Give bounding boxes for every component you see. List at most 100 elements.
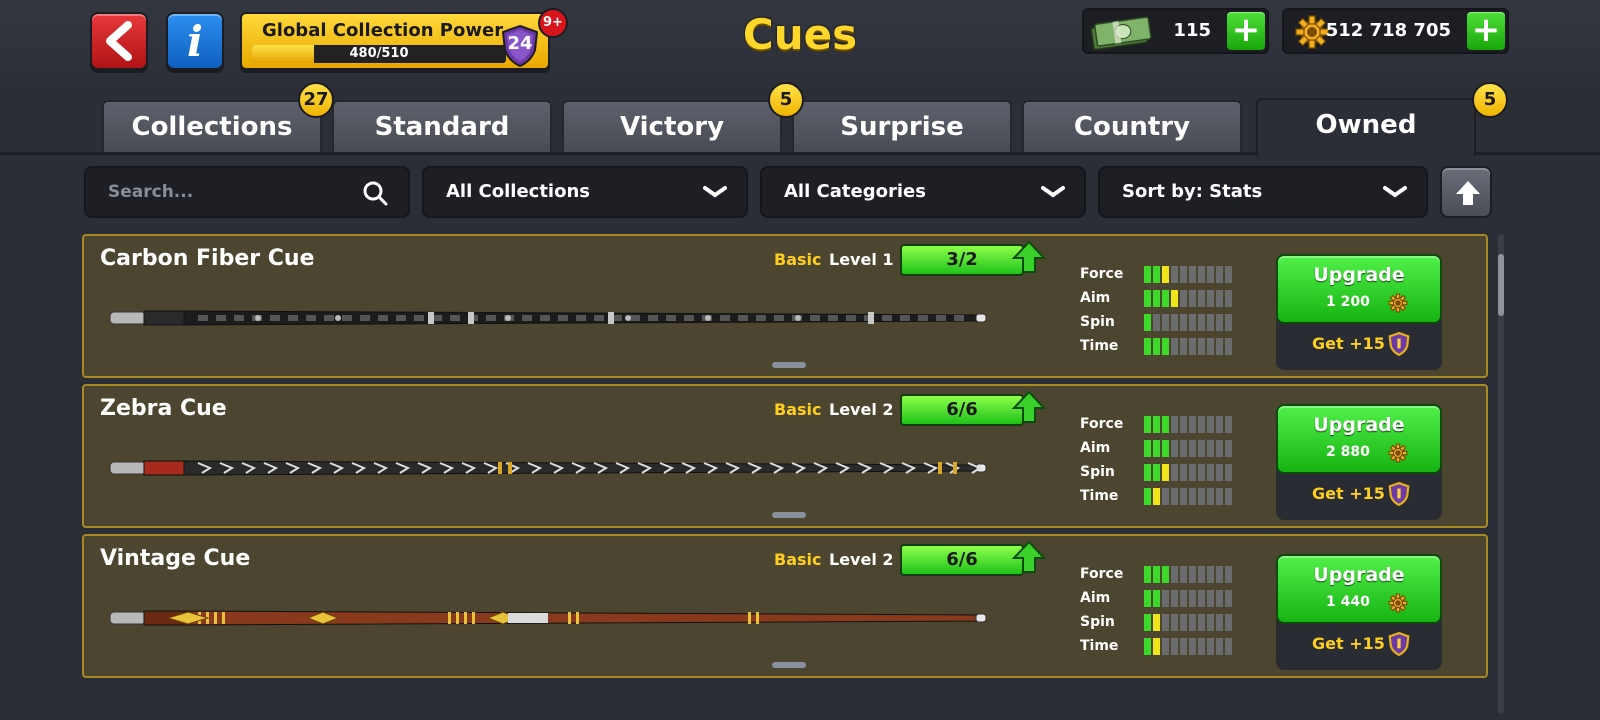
stat-segment (1207, 566, 1214, 583)
stat-time: Time (1080, 486, 1240, 506)
stat-label: Aim (1080, 290, 1111, 306)
stat-bar-time (1144, 338, 1232, 355)
tab-victory[interactable]: Victory (562, 100, 782, 152)
stat-segment (1171, 614, 1178, 631)
stat-segment (1216, 566, 1223, 583)
stat-spin: Spin (1080, 462, 1240, 482)
sort-direction-button[interactable] (1440, 166, 1492, 218)
stat-segment (1216, 290, 1223, 307)
get-power-link[interactable]: Get +15 (1312, 484, 1385, 503)
cue-level: Level 2 (829, 550, 894, 569)
stat-segment (1153, 638, 1160, 655)
stat-segment (1153, 590, 1160, 607)
stat-segment (1189, 314, 1196, 331)
upgrade-label: Upgrade (1313, 264, 1405, 286)
tab-label: Collections (131, 112, 293, 142)
back-arrow-icon (106, 21, 132, 61)
stat-bar-force (1144, 416, 1232, 433)
stat-segment (1225, 266, 1232, 283)
categories-dropdown[interactable]: All Categories (760, 166, 1086, 218)
add-cash-button[interactable]: + (1227, 12, 1265, 50)
expand-handle[interactable] (772, 662, 806, 668)
stat-segment (1189, 566, 1196, 583)
expand-handle[interactable] (772, 362, 806, 368)
chevron-down-icon (1041, 186, 1065, 198)
search-icon[interactable] (362, 180, 388, 206)
chevron-down-icon (1383, 186, 1407, 198)
global-collection-power[interactable]: Global Collection Power 480/510 24 (240, 12, 550, 70)
search-input[interactable]: Search... (108, 168, 193, 216)
power-progress-bar: 480/510 (252, 45, 506, 63)
stat-segment (1216, 638, 1223, 655)
stat-segment (1144, 266, 1151, 283)
stat-segment (1189, 488, 1196, 505)
tab-collections-badge: 27 (298, 82, 334, 118)
upgrade-panel: Upgrade 1 200 Get +15 (1276, 254, 1442, 370)
scrollbar-thumb[interactable] (1498, 254, 1504, 316)
collections-dropdown-value: All Collections (446, 181, 590, 202)
collections-dropdown[interactable]: All Collections (422, 166, 748, 218)
stat-time: Time (1080, 336, 1240, 356)
stat-bar-aim (1144, 590, 1232, 607)
info-button[interactable]: i (166, 12, 224, 70)
stat-bar-force (1144, 566, 1232, 583)
stat-segment (1162, 440, 1169, 457)
cue-list[interactable]: Carbon Fiber Cue Basic Level 1 3/2 Force… (82, 234, 1488, 720)
stat-time: Time (1080, 636, 1240, 656)
tab-country[interactable]: Country (1022, 100, 1242, 152)
stat-segment (1144, 416, 1151, 433)
upgrade-button[interactable]: Upgrade 2 880 (1276, 404, 1442, 474)
cue-rarity: Basic (774, 550, 822, 569)
cue-level: Level 2 (829, 400, 894, 419)
stat-label: Time (1080, 638, 1119, 654)
cue-card[interactable]: Vintage Cue Basic Level 2 6/6 Force Aim Sp… (82, 534, 1488, 678)
tab-owned-badge: 5 (1472, 82, 1508, 118)
get-power-link[interactable]: Get +15 (1312, 334, 1385, 353)
stat-segment (1207, 338, 1214, 355)
upgrade-cost: 1 200 (1326, 294, 1370, 310)
level-up-arrow-icon (1012, 540, 1046, 573)
cue-rarity: Basic (774, 400, 822, 419)
stat-segment (1180, 464, 1187, 481)
stat-aim: Aim (1080, 438, 1240, 458)
cue-card[interactable]: Zebra Cue Basic Level 2 6/6 Force Aim Spin… (82, 384, 1488, 528)
tab-surprise[interactable]: Surprise (792, 100, 1012, 152)
tab-collections[interactable]: Collections (102, 100, 322, 152)
stat-segment (1198, 464, 1205, 481)
stat-segment (1198, 638, 1205, 655)
stat-segment (1216, 488, 1223, 505)
tab-owned[interactable]: Owned (1256, 98, 1476, 156)
stat-label: Force (1080, 416, 1124, 432)
stat-segment (1144, 440, 1151, 457)
cash-counter: 115 + (1082, 8, 1269, 54)
stat-segment (1153, 266, 1160, 283)
stat-segment (1198, 314, 1205, 331)
expand-handle[interactable] (772, 512, 806, 518)
back-button[interactable] (90, 12, 148, 70)
top-bar: i Global Collection Power 480/510 24 9+ … (0, 0, 1600, 88)
coin-gear-icon (1295, 15, 1329, 49)
upgrade-cost: 2 880 (1326, 444, 1370, 460)
cue-image (109, 310, 987, 326)
upgrade-cost: 1 440 (1326, 594, 1370, 610)
stat-segment (1162, 416, 1169, 433)
upgrade-label: Upgrade (1313, 564, 1405, 586)
stat-segment (1171, 314, 1178, 331)
stat-segment (1153, 338, 1160, 355)
stat-segment (1162, 290, 1169, 307)
stat-segment (1225, 290, 1232, 307)
upgrade-button[interactable]: Upgrade 1 200 (1276, 254, 1442, 324)
search-field[interactable]: Search... (84, 166, 410, 218)
stat-segment (1180, 566, 1187, 583)
cue-card[interactable]: Carbon Fiber Cue Basic Level 1 3/2 Force… (82, 234, 1488, 378)
stat-segment (1171, 266, 1178, 283)
sort-dropdown[interactable]: Sort by: Stats (1098, 166, 1428, 218)
stat-segment (1153, 566, 1160, 583)
add-coins-button[interactable]: + (1467, 12, 1505, 50)
get-power-link[interactable]: Get +15 (1312, 634, 1385, 653)
tab-standard[interactable]: Standard (332, 100, 552, 152)
stat-segment (1216, 440, 1223, 457)
upgrade-button[interactable]: Upgrade 1 440 (1276, 554, 1442, 624)
stat-segment (1207, 488, 1214, 505)
cue-pieces-progress: 3/2 (900, 244, 1024, 276)
